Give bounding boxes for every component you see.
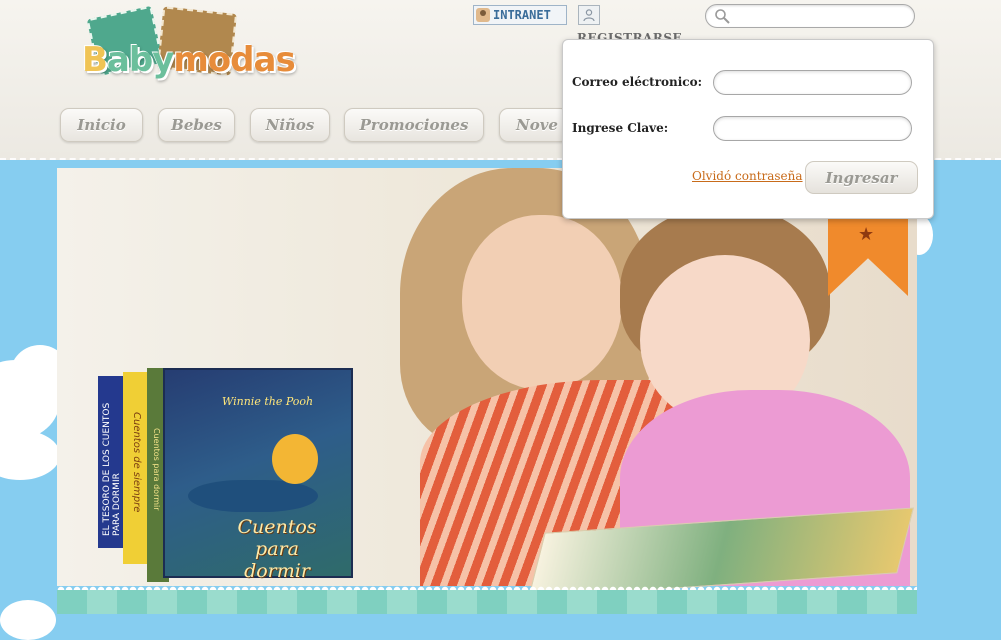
nav-bebes[interactable]: Bebes: [158, 108, 235, 142]
search-input[interactable]: [734, 7, 908, 27]
book-blue-spine: EL TESORO DE LOS CUENTOS PARA DORMIR: [102, 402, 122, 536]
book-cover-pooh: [272, 434, 318, 484]
book-brand: Winnie the Pooh: [222, 395, 314, 408]
intranet-label: INTRANET: [493, 8, 551, 22]
email-label: Correo eléctronico:: [572, 75, 703, 89]
book-cover-log: [188, 480, 318, 512]
book-green-spine: Cuentos para dormir: [152, 428, 161, 511]
book-title-line1: Cuentos: [237, 516, 317, 538]
book-title: Cuentos para dormir: [222, 516, 332, 582]
nav-ninos[interactable]: Niños: [250, 108, 330, 142]
book-yellow-spine: Cuentos de siempre: [131, 412, 142, 513]
password-label: Ingrese Clave:: [572, 121, 669, 135]
login-toggle-button[interactable]: [578, 5, 600, 25]
search-box[interactable]: [705, 4, 915, 28]
nav-promociones[interactable]: Promociones: [344, 108, 484, 142]
footer-strip: [57, 590, 917, 614]
user-icon: [476, 8, 490, 22]
cloud-bottom-left: [0, 600, 56, 640]
login-submit-button[interactable]: Ingresar: [805, 161, 918, 194]
star-icon: ★: [858, 224, 875, 245]
nav-novedades-label: Nove: [516, 116, 558, 134]
email-field[interactable]: [713, 70, 912, 95]
banner-mother-face: [462, 215, 622, 390]
nav-novedades[interactable]: Nove: [499, 108, 569, 142]
search-icon: [715, 9, 730, 24]
cloud-left-3: [0, 430, 60, 480]
password-field[interactable]: [713, 116, 912, 141]
intranet-link[interactable]: INTRANET: [473, 5, 567, 25]
person-icon: [583, 9, 595, 22]
logo[interactable]: Babymodas: [80, 5, 296, 92]
book-title-line2: para dormir: [244, 538, 310, 582]
forgot-password-link[interactable]: Olvidó contraseña: [692, 169, 803, 183]
nav-inicio[interactable]: Inicio: [60, 108, 143, 142]
login-popup: Correo eléctronico: Ingrese Clave: Olvid…: [562, 39, 934, 219]
logo-wordmark: Babymodas: [82, 40, 296, 80]
